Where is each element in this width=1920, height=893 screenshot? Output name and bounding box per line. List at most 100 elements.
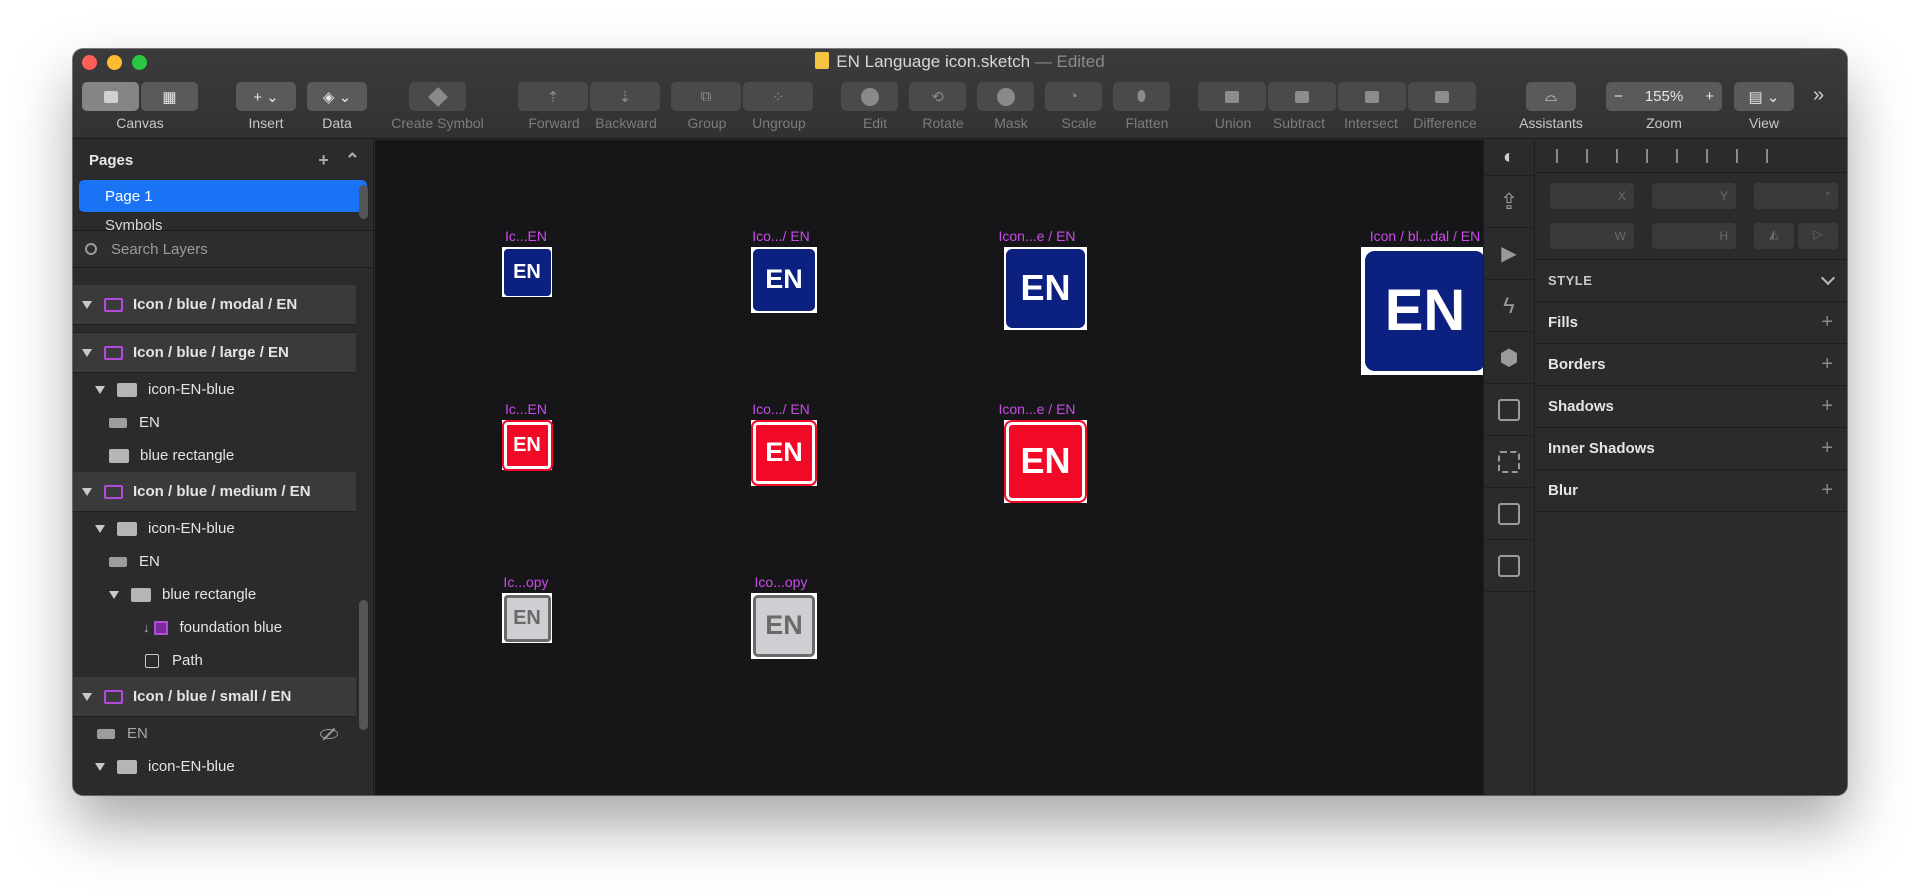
layer-text-en[interactable]: EN (73, 545, 356, 578)
rotate-button[interactable]: ⟲ (909, 82, 966, 111)
disclosure-triangle-icon[interactable] (95, 385, 105, 394)
data-button[interactable]: ◈ ⌄ (307, 82, 367, 111)
layers-scrollbar[interactable] (359, 600, 368, 730)
flatten-button[interactable]: ⬮ (1113, 82, 1170, 111)
prototype-button[interactable]: ▶ (1484, 228, 1534, 280)
intersect-button[interactable] (1338, 82, 1406, 111)
interaction-button[interactable]: ϟ (1484, 280, 1534, 332)
union-button[interactable] (1198, 82, 1266, 111)
rotation-field[interactable]: ° (1754, 183, 1838, 209)
y-field[interactable]: Y (1652, 183, 1736, 209)
add-shadow-button[interactable]: + (1821, 395, 1833, 418)
distribute-v-icon[interactable] (1766, 149, 1778, 163)
view-button[interactable]: ▤ ⌄ (1734, 82, 1794, 111)
zoom-out-button[interactable]: − (1614, 88, 1623, 105)
artboard-label[interactable]: Icon...e / EN (998, 401, 1075, 417)
artboard-grey-small[interactable]: EN (502, 593, 552, 643)
flip-horizontal-button[interactable]: ◭ (1754, 223, 1794, 249)
edit-button[interactable] (841, 82, 898, 111)
disclosure-triangle-icon[interactable] (95, 524, 105, 533)
forward-button[interactable]: ⇡ (518, 82, 588, 111)
artboard-blue-modal[interactable]: EN (1361, 247, 1489, 375)
artboard-blue-large[interactable]: EN (1004, 247, 1087, 330)
artboard-red-medium[interactable]: EN (751, 420, 817, 486)
layer-group-icon-en-blue[interactable]: icon-EN-blue (73, 373, 356, 406)
layer-group-blue-rectangle[interactable]: blue rectangle (73, 439, 356, 472)
layer-artboard-small[interactable]: Icon / blue / small / EN (73, 677, 356, 717)
insert-button[interactable]: + ⌄ (236, 82, 296, 111)
align-middle-icon[interactable] (1706, 149, 1718, 163)
layer-text-en[interactable]: EN (73, 406, 356, 439)
height-field[interactable]: H (1652, 223, 1736, 249)
mask-button[interactable] (977, 82, 1034, 111)
layer-shape-foundation-blue[interactable]: ↓ foundation blue (73, 611, 356, 644)
zoom-control[interactable]: − 155% + (1606, 82, 1722, 111)
x-field[interactable]: X (1550, 183, 1634, 209)
artboard-label[interactable]: Ic...opy (503, 574, 548, 590)
resizing-button[interactable] (1484, 436, 1534, 488)
align-right-icon[interactable] (1646, 149, 1658, 163)
artboard-label[interactable]: Ic...EN (505, 401, 547, 417)
distribute-h-icon[interactable] (1616, 149, 1628, 163)
create-symbol-button[interactable] (409, 82, 466, 111)
canvas-mode-button[interactable] (82, 82, 139, 111)
align-center-h-icon[interactable] (1586, 149, 1598, 163)
add-blur-button[interactable]: + (1821, 479, 1833, 502)
inspector-tab[interactable]: ◐ (1484, 140, 1534, 176)
flip-vertical-button[interactable]: ▷ (1798, 223, 1838, 249)
width-field[interactable]: W (1550, 223, 1634, 249)
artboard-blue-medium[interactable]: EN (751, 247, 817, 313)
align-top-icon[interactable] (1676, 149, 1688, 163)
artboard-label[interactable]: Icon / bl...dal / EN (1370, 228, 1481, 244)
artboard-grey-medium[interactable]: EN (751, 593, 817, 659)
backward-button[interactable]: ⇣ (590, 82, 660, 111)
layer-group-icon-en-blue[interactable]: icon-EN-blue (73, 750, 356, 783)
hidden-eye-icon[interactable] (320, 728, 338, 739)
artboard-label[interactable]: Ico...opy (755, 574, 808, 590)
scale-button[interactable]: ◔ (1045, 82, 1102, 111)
layout-settings-button[interactable] (1484, 384, 1534, 436)
artboard-label[interactable]: Ic...EN (505, 228, 547, 244)
search-layers[interactable]: Search Layers (73, 230, 373, 268)
components-mode-button[interactable]: ▦ (141, 82, 198, 111)
disclosure-triangle-icon[interactable] (82, 692, 92, 701)
layer-artboard-large[interactable]: Icon / blue / large / EN (73, 333, 356, 373)
layer-group-blue-rectangle[interactable]: blue rectangle (73, 578, 356, 611)
layer-path[interactable]: Path (73, 644, 356, 677)
pages-scrollbar[interactable] (359, 185, 368, 219)
page-item-symbols[interactable]: Symbols (79, 212, 367, 230)
add-inner-shadow-button[interactable]: + (1821, 437, 1833, 460)
artboard-label[interactable]: Ico.../ EN (752, 401, 810, 417)
align-bottom-icon[interactable] (1736, 149, 1748, 163)
artboard-red-large[interactable]: EN (1004, 420, 1087, 503)
difference-button[interactable] (1408, 82, 1476, 111)
artboard-label[interactable]: Ico.../ EN (752, 228, 810, 244)
disclosure-triangle-icon[interactable] (82, 348, 92, 357)
layer-text-en-hidden[interactable]: EN (73, 717, 356, 750)
page-item-page-1[interactable]: Page 1 (79, 180, 367, 212)
collapse-pages-button[interactable]: ⌃ (345, 150, 360, 171)
artboard-blue-small[interactable]: EN (502, 247, 552, 297)
subtract-button[interactable] (1268, 82, 1336, 111)
align-left-icon[interactable] (1556, 149, 1568, 163)
assistants-button[interactable]: ⌓ (1526, 82, 1576, 111)
ungroup-button[interactable]: ⁘ (743, 82, 813, 111)
add-border-button[interactable]: + (1821, 353, 1833, 376)
layer-group-icon-en-blue[interactable]: icon-EN-blue (73, 512, 356, 545)
toolbar-overflow-button[interactable]: » (1813, 84, 1824, 107)
disclosure-triangle-icon[interactable] (82, 487, 92, 496)
layer-artboard-modal[interactable]: Icon / blue / modal / EN (73, 285, 356, 325)
transform-button[interactable] (1484, 488, 1534, 540)
design-canvas[interactable]: Ic...EN EN Ico.../ EN EN Icon...e / EN E… (375, 140, 1489, 795)
disclosure-triangle-icon[interactable] (95, 762, 105, 771)
artboard-label[interactable]: Icon...e / EN (998, 228, 1075, 244)
disclosure-triangle-icon[interactable] (82, 300, 92, 309)
image-button[interactable] (1484, 540, 1534, 592)
group-button[interactable]: ⧉ (671, 82, 741, 111)
add-page-button[interactable]: + (318, 150, 329, 171)
add-fill-button[interactable]: + (1821, 311, 1833, 334)
export-button[interactable]: ⇪ (1484, 176, 1534, 228)
layer-artboard-medium[interactable]: Icon / blue / medium / EN (73, 472, 356, 512)
plugin-button[interactable]: ⬢ (1484, 332, 1534, 384)
disclosure-triangle-icon[interactable] (109, 590, 119, 599)
